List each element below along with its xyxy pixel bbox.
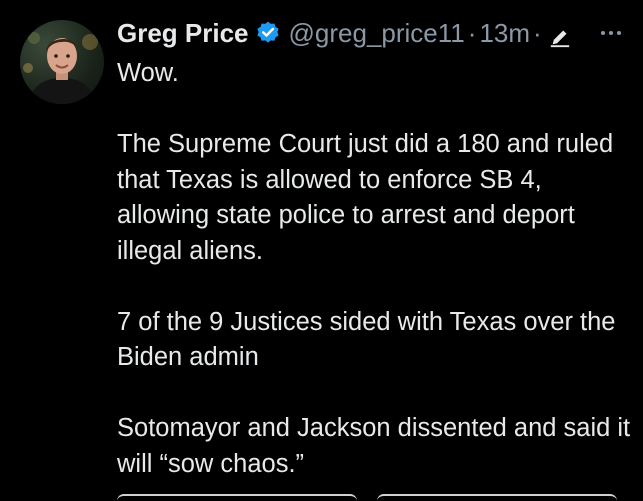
tweet-paragraph: The Supreme Court just did a 180 and rul… bbox=[117, 130, 614, 265]
tweet-text: Wow. The Supreme Court just did a 180 an… bbox=[117, 56, 632, 482]
avatar-image bbox=[23, 32, 98, 104]
display-name[interactable]: Greg Price bbox=[117, 16, 249, 50]
pencil-icon[interactable] bbox=[549, 22, 571, 48]
media-preview-edge[interactable] bbox=[117, 494, 617, 501]
separator-dot: · bbox=[533, 18, 542, 48]
tweet-header: Greg Price @greg_price11 · 13m · bbox=[117, 16, 571, 50]
timestamp[interactable]: 13m bbox=[479, 16, 530, 50]
separator-dot: · bbox=[467, 18, 477, 48]
more-horizontal-icon[interactable] bbox=[596, 16, 626, 50]
media-card-edge[interactable] bbox=[117, 494, 357, 501]
tweet[interactable]: Greg Price @greg_price11 · 13m · Wow. Th… bbox=[0, 0, 643, 501]
avatar[interactable] bbox=[20, 20, 104, 104]
media-card-edge[interactable] bbox=[377, 494, 617, 501]
tweet-paragraph: 7 of the 9 Justices sided with Texas ove… bbox=[117, 307, 616, 372]
tweet-paragraph: Sotomayor and Jackson dissented and said… bbox=[117, 414, 631, 478]
verified-badge-icon bbox=[255, 20, 281, 46]
tweet-paragraph: Wow. bbox=[117, 59, 179, 87]
handle[interactable]: @greg_price11 bbox=[289, 16, 465, 50]
